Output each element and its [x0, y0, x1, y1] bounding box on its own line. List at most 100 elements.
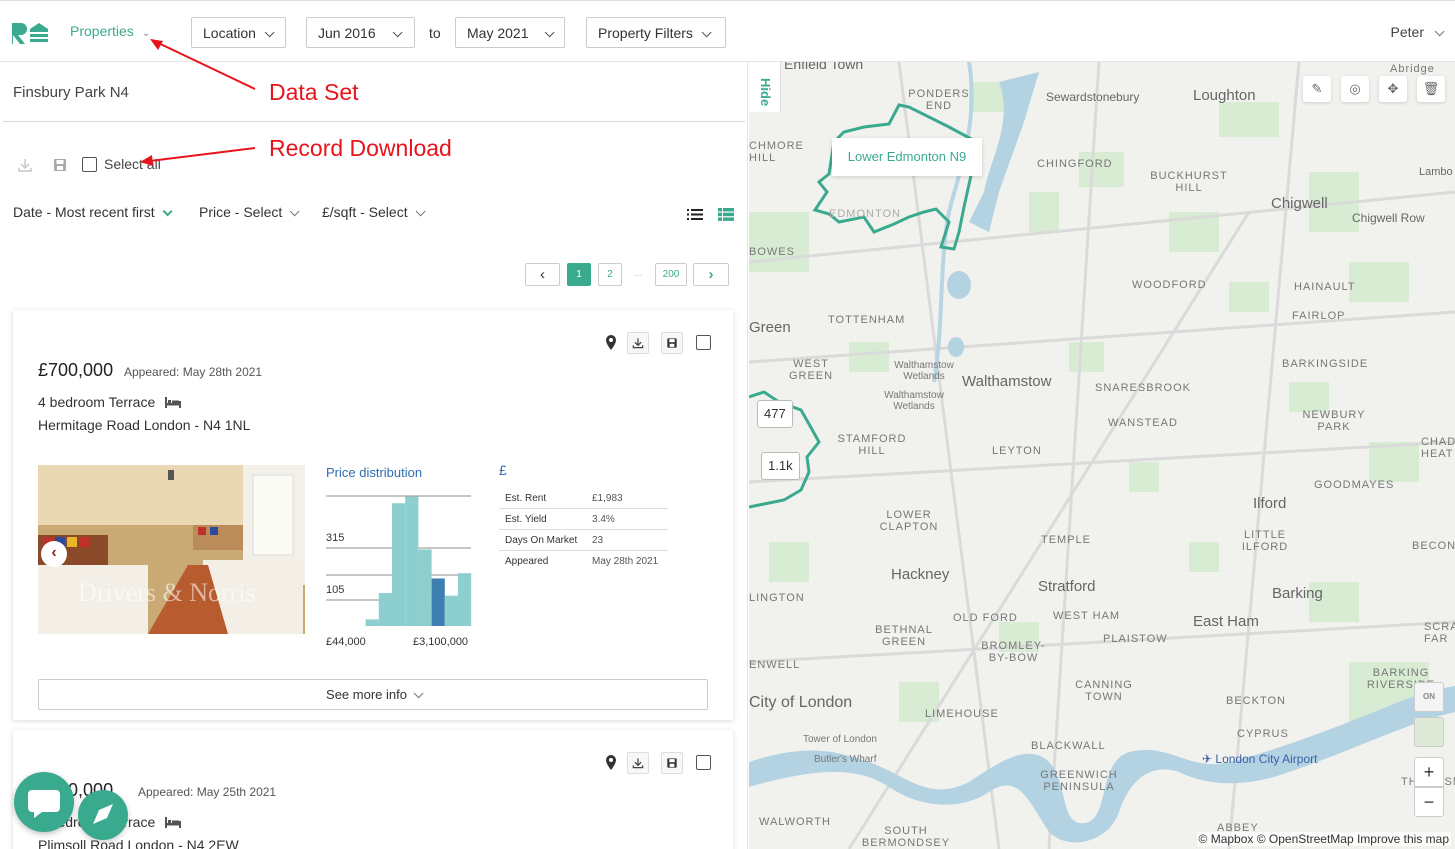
- map-label: CHMORE HILL: [749, 140, 804, 164]
- photo-prev-button[interactable]: ‹: [41, 541, 67, 567]
- histogram-bar: [431, 578, 445, 626]
- map-label: FAIRLOP: [1292, 310, 1346, 322]
- map-label: BECKTON: [1226, 695, 1286, 707]
- map-label: SNARESBROOK: [1095, 382, 1191, 394]
- airport-label-text: London City Airport: [1215, 752, 1318, 766]
- map-cluster-marker[interactable]: 477: [757, 400, 793, 428]
- sort-psqft-label: £/sqft - Select: [322, 204, 408, 220]
- hist-y-label: 105: [326, 584, 345, 596]
- location-title: Finsbury Park N4: [13, 84, 129, 101]
- listing-photo[interactable]: ‹ Drivers & Norris: [38, 465, 305, 634]
- pin-icon[interactable]: [604, 334, 618, 352]
- listing-address: Hermitage Road London - N4 1NL: [38, 417, 251, 433]
- map-label: LINGTON: [749, 592, 805, 604]
- list-view-icon[interactable]: [687, 208, 703, 221]
- price-distribution-chart: [326, 495, 472, 626]
- map-label: Walthamstow: [962, 373, 1052, 390]
- logo-icon[interactable]: [10, 21, 50, 45]
- map-label: Green: [749, 319, 791, 336]
- map-label: Loughton: [1193, 87, 1256, 104]
- area-label-tooltip[interactable]: Lower Edmonton N9: [832, 138, 982, 176]
- location-label: Location: [203, 25, 256, 41]
- map-toggle-button[interactable]: ON: [1414, 682, 1444, 712]
- save-icon[interactable]: [661, 752, 683, 774]
- sort-date-label: Date - Most recent first: [13, 204, 155, 220]
- map-label: STAMFORD HILL: [837, 433, 907, 457]
- sort-psqft-dropdown[interactable]: £/sqft - Select: [322, 204, 426, 220]
- stat-key: Est. Yield: [505, 514, 547, 525]
- map-label: LOWER CLAPTON: [879, 509, 939, 533]
- location-dropdown[interactable]: Location: [191, 17, 286, 48]
- listing-appeared: Appeared: May 25th 2021: [138, 785, 277, 799]
- dataset-dropdown[interactable]: Properties ⌄: [70, 23, 150, 39]
- stat-key: Days On Market: [505, 535, 578, 546]
- airplane-icon: ✈: [1202, 752, 1213, 766]
- select-all-checkbox[interactable]: [82, 157, 97, 172]
- histogram-bar: [418, 549, 432, 626]
- map-label: SOUTH BERMONDSEY: [861, 825, 951, 849]
- bed-icon: [165, 397, 182, 408]
- download-icon[interactable]: [627, 332, 649, 354]
- map-attribution[interactable]: © Mapbox © OpenStreetMap Improve this ma…: [1196, 832, 1451, 846]
- move-icon[interactable]: ✥: [1379, 76, 1407, 102]
- hide-panel-button[interactable]: Hide: [749, 62, 781, 112]
- stat-key: Est. Rent: [505, 493, 547, 504]
- histogram-bar: [392, 503, 406, 626]
- map-label: Butler's Wharf: [814, 754, 877, 765]
- map-label: WALWORTH: [759, 816, 831, 828]
- pagination-last-page[interactable]: 200: [655, 263, 687, 286]
- zoom-in-button[interactable]: +: [1414, 757, 1444, 787]
- sort-date-dropdown[interactable]: Date - Most recent first: [13, 204, 173, 220]
- listing-appeared: Appeared: May 28th 2021: [124, 365, 263, 379]
- listing-select-checkbox[interactable]: [696, 335, 711, 350]
- map-label: CANNING TOWN: [1075, 679, 1133, 703]
- user-menu[interactable]: Peter: [1391, 24, 1445, 40]
- pencil-icon[interactable]: ✎: [1303, 76, 1331, 102]
- sort-price-dropdown[interactable]: Price - Select: [199, 204, 300, 220]
- map-label: BARKINGSIDE: [1282, 358, 1369, 370]
- stat-row: Days On Market 23: [499, 530, 668, 551]
- table-view-icon[interactable]: [718, 208, 734, 221]
- map-label: SCRAT FAR: [1424, 621, 1455, 645]
- date-from-dropdown[interactable]: Jun 2016: [306, 17, 415, 48]
- property-filters-dropdown[interactable]: Property Filters: [586, 17, 726, 48]
- map-style-button[interactable]: [1414, 717, 1444, 747]
- chevron-down-icon: [415, 206, 426, 217]
- map-label: WEST HAM: [1053, 610, 1121, 622]
- save-icon[interactable]: [661, 332, 683, 354]
- stat-value: 3.4%: [592, 514, 615, 525]
- stat-value: 23: [592, 535, 604, 546]
- chevron-down-icon: [701, 27, 712, 38]
- pagination-page-2[interactable]: 2: [598, 263, 622, 286]
- target-icon[interactable]: ◎: [1341, 76, 1369, 102]
- map-label: Sewardstonebury: [1046, 90, 1140, 104]
- date-to-dropdown[interactable]: May 2021: [455, 17, 565, 48]
- histogram-bar: [378, 593, 392, 626]
- listing-address: Plimsoll Road London - N4 2EW: [38, 837, 239, 849]
- pin-icon[interactable]: [604, 754, 618, 772]
- map-label: HAINAULT: [1294, 281, 1356, 293]
- select-all-label: Select all: [104, 156, 161, 172]
- listing-select-checkbox[interactable]: [696, 755, 711, 770]
- zoom-out-button[interactable]: −: [1414, 787, 1444, 817]
- pagination-next-button[interactable]: ›: [693, 263, 729, 286]
- chat-button[interactable]: [14, 772, 74, 832]
- send-icon: [93, 804, 113, 824]
- stat-value: £1,983: [592, 493, 623, 504]
- histogram-bar: [458, 573, 472, 626]
- map-label: Walthamstow Wetlands: [884, 390, 944, 412]
- download-icon[interactable]: [627, 752, 649, 774]
- send-feedback-button[interactable]: [78, 790, 128, 840]
- pagination-ellipsis: ...: [634, 268, 643, 279]
- save-icon[interactable]: [51, 156, 69, 174]
- download-icon[interactable]: [16, 156, 34, 174]
- pagination-prev-button[interactable]: ‹: [525, 263, 560, 286]
- stat-key: Appeared: [505, 556, 549, 567]
- map-view[interactable]: Hide ✎ ◎ ✥ 🗑 Lower Edmonton N9 477 1.1k …: [749, 62, 1455, 849]
- map-cluster-marker[interactable]: 1.1k: [761, 452, 800, 480]
- pagination-page-1[interactable]: 1: [567, 263, 591, 286]
- sort-price-label: Price - Select: [199, 204, 283, 220]
- trash-icon[interactable]: 🗑: [1417, 76, 1445, 102]
- see-more-button[interactable]: See more info: [38, 679, 708, 710]
- histogram-bar: [444, 595, 458, 626]
